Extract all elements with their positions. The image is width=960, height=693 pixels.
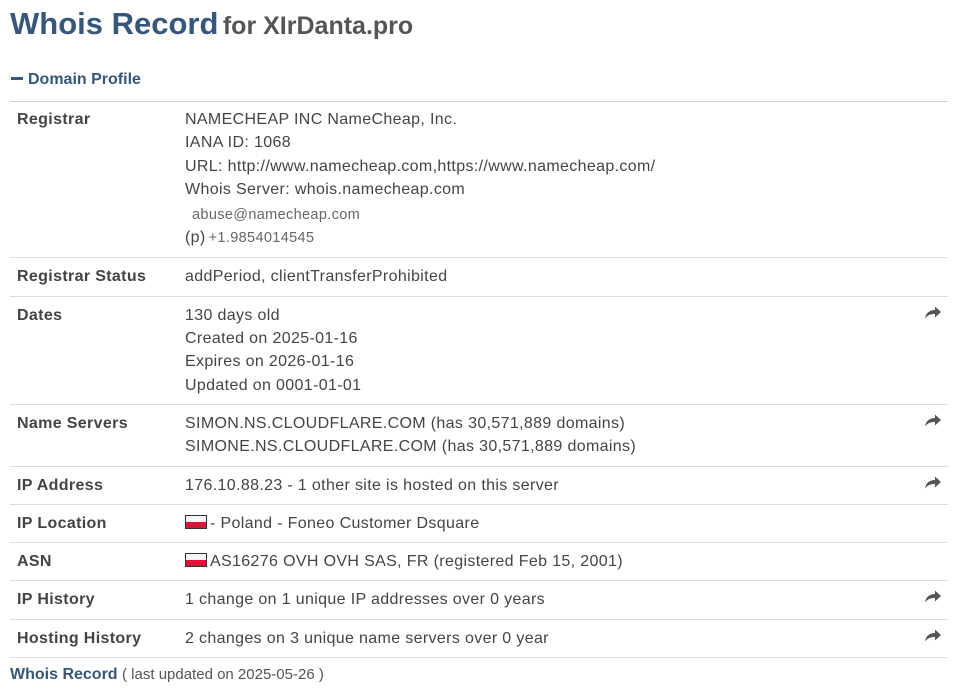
domain-profile-table: Registrar NAMECHEAP INC NameCheap, Inc. … xyxy=(10,101,948,659)
row-label: IP History xyxy=(10,580,185,620)
row-name-servers: Name Servers SIMON.NS.CLOUDFLARE.COM (ha… xyxy=(10,404,948,467)
poland-flag-icon xyxy=(185,514,207,529)
page-title-main: Whois Record xyxy=(10,6,219,41)
created-date: Created on 2025-01-16 xyxy=(185,330,358,348)
row-hosting-history: Hosting History 2 changes on 3 unique na… xyxy=(10,619,948,659)
row-ip-address: IP Address 176.10.88.23 - 1 other site i… xyxy=(10,466,948,505)
dates-value: 130 days old Created on 2025-01-16 Expir… xyxy=(185,296,918,405)
row-label: ASN xyxy=(10,542,185,582)
row-label: Name Servers xyxy=(10,404,185,467)
asn-value: AS16276 OVH OVH SAS, FR (registered Feb … xyxy=(185,542,918,582)
row-ip-location: IP Location - Poland - Foneo Customer Ds… xyxy=(10,504,948,544)
row-label: Hosting History xyxy=(10,619,185,659)
asn-text: AS16276 OVH OVH SAS, FR (registered Feb … xyxy=(210,553,623,571)
row-label: IP Address xyxy=(10,466,185,505)
expires-date: Expires on 2026-01-16 xyxy=(185,353,355,371)
registrar-status-value: addPeriod, clientTransferProhibited xyxy=(185,257,918,297)
share-arrow-icon[interactable] xyxy=(924,627,942,643)
page-title-domain: for XIrDanta.pro xyxy=(222,12,414,40)
domain-age: 130 days old xyxy=(185,306,280,324)
registrar-url: URL: http://www.namecheap.com,https://ww… xyxy=(185,157,656,175)
whois-record-link[interactable]: Whois Record xyxy=(10,666,118,683)
row-label: IP Location xyxy=(10,504,185,544)
abuse-email: abuse@namecheap.com xyxy=(192,207,361,224)
name-server-1: SIMON.NS.CLOUDFLARE.COM (has 30,571,889 … xyxy=(185,414,626,432)
share-arrow-icon[interactable] xyxy=(924,304,942,320)
poland-flag-icon xyxy=(185,553,207,568)
row-ip-history: IP History 1 change on 1 unique IP addre… xyxy=(10,580,948,620)
row-dates: Dates 130 days old Created on 2025-01-16… xyxy=(10,296,948,405)
domain-profile-toggle[interactable]: Domain Profile xyxy=(10,71,948,102)
registrar-value: NAMECHEAP INC NameCheap, Inc. IANA ID: 1… xyxy=(185,101,918,259)
page-title: Whois Record for XIrDanta.pro xyxy=(10,6,413,42)
minus-icon xyxy=(11,76,23,80)
row-registrar: Registrar NAMECHEAP INC NameCheap, Inc. … xyxy=(10,101,948,259)
whois-record-footer: Whois Record ( last updated on 2025-05-2… xyxy=(10,666,324,684)
row-label: Registrar Status xyxy=(10,257,185,297)
row-registrar-status: Registrar Status addPeriod, clientTransf… xyxy=(10,257,948,297)
name-servers-value: SIMON.NS.CLOUDFLARE.COM (has 30,571,889 … xyxy=(185,404,918,467)
ip-location-value: - Poland - Foneo Customer Dsquare xyxy=(185,504,918,544)
ip-history-value: 1 change on 1 unique IP addresses over 0… xyxy=(185,580,918,620)
registrar-name: NAMECHEAP INC NameCheap, Inc. xyxy=(185,111,458,128)
row-label: Registrar xyxy=(10,101,185,259)
phone-label: (p) xyxy=(185,229,206,247)
row-label: Dates xyxy=(10,296,185,405)
updated-date: Updated on 0001-01-01 xyxy=(185,376,362,394)
registrar-iana: IANA ID: 1068 xyxy=(185,134,291,152)
ip-location-text: - Poland - Foneo Customer Dsquare xyxy=(210,514,480,532)
domain-profile-label: Domain Profile xyxy=(28,71,141,88)
share-arrow-icon[interactable] xyxy=(924,474,942,490)
share-arrow-icon[interactable] xyxy=(924,588,942,604)
registrar-whois-server: Whois Server: whois.namecheap.com xyxy=(185,180,466,198)
phone-number: +1.9854014545 xyxy=(208,230,315,247)
hosting-history-value: 2 changes on 3 unique name servers over … xyxy=(185,619,918,659)
last-updated-note: ( last updated on 2025-05-26 ) xyxy=(122,666,324,683)
row-asn: ASN AS16276 OVH OVH SAS, FR (registered … xyxy=(10,542,948,582)
name-server-2: SIMONE.NS.CLOUDFLARE.COM (has 30,571,889… xyxy=(185,438,637,456)
ip-address-value: 176.10.88.23 - 1 other site is hosted on… xyxy=(185,466,918,505)
registrar-phone: (p) +1.9854014545 xyxy=(185,226,918,250)
share-arrow-icon[interactable] xyxy=(924,412,942,428)
